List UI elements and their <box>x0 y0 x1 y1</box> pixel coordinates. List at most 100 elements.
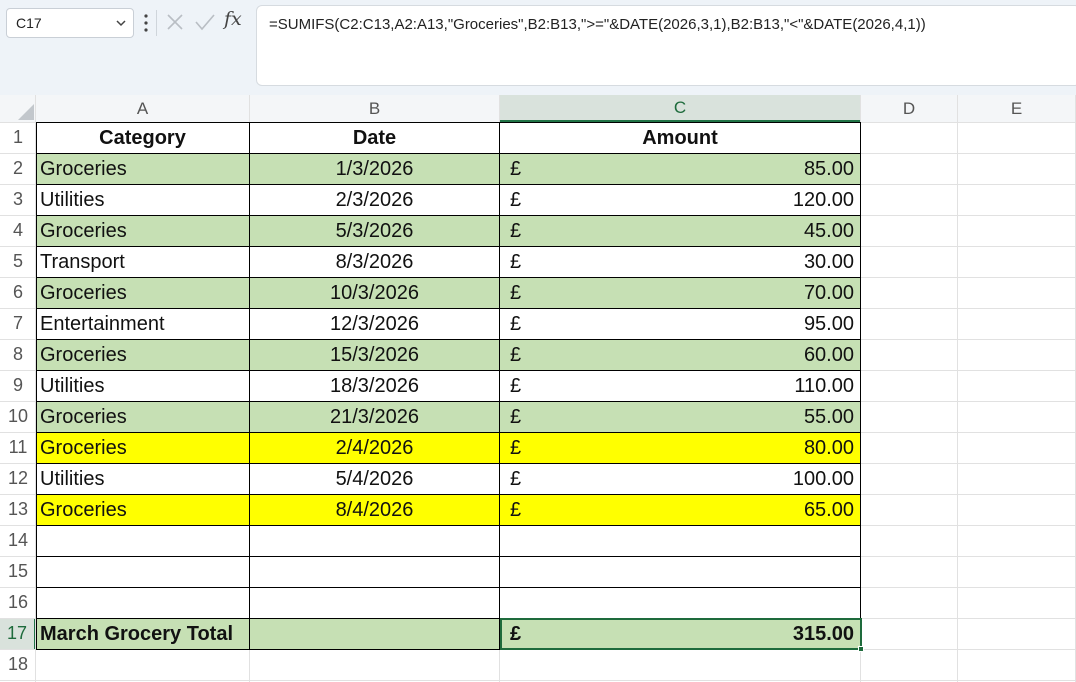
category-cell[interactable]: Transport <box>36 247 249 277</box>
formula-bar-divider <box>156 10 157 36</box>
category-cell[interactable]: Groceries <box>36 402 249 432</box>
category-cell[interactable]: Groceries <box>36 278 249 308</box>
column-header-b[interactable]: B <box>250 95 500 122</box>
currency-symbol: £ <box>510 188 522 211</box>
select-all-button[interactable] <box>0 95 36 122</box>
row-header-14[interactable]: 14 <box>0 525 36 556</box>
date-cell[interactable]: 5/4/2026 <box>250 464 499 494</box>
enter-checkmark-icon[interactable] <box>194 12 216 32</box>
date-cell[interactable]: 2/3/2026 <box>250 185 499 215</box>
total-empty-cell[interactable] <box>250 619 499 649</box>
amount-cell[interactable]: 100.00 £ <box>500 464 860 494</box>
amount-cell[interactable]: 85.00 £ <box>500 154 860 184</box>
row-header-3[interactable]: 3 <box>0 184 36 215</box>
category-cell[interactable]: Entertainment <box>36 309 249 339</box>
total-label-cell[interactable]: March Grocery Total <box>36 619 249 649</box>
category-cell[interactable]: Groceries <box>36 433 249 463</box>
category-cell[interactable]: Groceries <box>36 154 249 184</box>
row-header-8[interactable]: 8 <box>0 339 36 370</box>
worksheet-grid[interactable]: A B C D E 1 2 3 4 5 6 7 8 9 10 11 12 13 14 15 16 17 18 Category… <box>0 95 1076 682</box>
chevron-down-icon[interactable] <box>115 17 127 29</box>
amount-cell[interactable]: 110.00 £ <box>500 371 860 401</box>
formula-text: =SUMIFS(C2:C13,A2:A13,"Groceries",B2:B13… <box>269 16 926 33</box>
category-cell[interactable]: Utilities <box>36 185 249 215</box>
amount-cell[interactable]: 120.00 £ <box>500 185 860 215</box>
empty-cell[interactable] <box>250 588 499 618</box>
cell-border <box>36 308 861 309</box>
vertical-ellipsis-icon[interactable] <box>143 13 149 33</box>
formula-input[interactable]: =SUMIFS(C2:C13,A2:A13,"Groceries",B2:B13… <box>256 5 1076 86</box>
empty-cell[interactable] <box>250 526 499 556</box>
category-cell[interactable]: Groceries <box>36 216 249 246</box>
date-cell[interactable]: 10/3/2026 <box>250 278 499 308</box>
cell-border <box>36 494 861 495</box>
empty-cell[interactable] <box>36 526 249 556</box>
cell-border <box>36 153 861 154</box>
category-cell[interactable]: Groceries <box>36 495 249 525</box>
amount-cell[interactable]: 65.00 £ <box>500 495 860 525</box>
header-date[interactable]: Date <box>250 123 499 153</box>
row-header-18[interactable]: 18 <box>0 649 36 680</box>
row-header-11[interactable]: 11 <box>0 432 36 463</box>
cancel-x-icon[interactable] <box>165 12 185 32</box>
row-header-4[interactable]: 4 <box>0 215 36 246</box>
date-cell[interactable]: 21/3/2026 <box>250 402 499 432</box>
amount-cell[interactable]: 60.00 £ <box>500 340 860 370</box>
cell-border <box>36 370 861 371</box>
empty-cell[interactable] <box>36 588 249 618</box>
date-cell[interactable]: 1/3/2026 <box>250 154 499 184</box>
cell-border <box>499 122 500 649</box>
date-cell[interactable]: 8/4/2026 <box>250 495 499 525</box>
fill-handle[interactable] <box>858 646 864 652</box>
amount-cell[interactable]: 95.00 £ <box>500 309 860 339</box>
row-header-9[interactable]: 9 <box>0 370 36 401</box>
date-cell[interactable]: 18/3/2026 <box>250 371 499 401</box>
date-cell[interactable]: 5/3/2026 <box>250 216 499 246</box>
row-header-2[interactable]: 2 <box>0 153 36 184</box>
row-header-16[interactable]: 16 <box>0 587 36 618</box>
row-header-10[interactable]: 10 <box>0 401 36 432</box>
date-cell[interactable]: 8/3/2026 <box>250 247 499 277</box>
date-cell[interactable]: 15/3/2026 <box>250 340 499 370</box>
header-category[interactable]: Category <box>36 123 249 153</box>
active-cell-selection <box>500 618 862 650</box>
row-header-17[interactable]: 17 <box>0 618 36 649</box>
currency-symbol: £ <box>510 219 522 242</box>
empty-cell[interactable] <box>250 557 499 587</box>
row-header-15[interactable]: 15 <box>0 556 36 587</box>
insert-function-fx-icon[interactable]: fx <box>224 8 242 30</box>
formula-bar-area: C17 fx =SUMIFS(C2:C13,A2:A13,"Groceries"… <box>0 0 1076 95</box>
amount-cell[interactable]: 70.00 £ <box>500 278 860 308</box>
amount-cell[interactable]: 30.00 £ <box>500 247 860 277</box>
date-cell[interactable]: 12/3/2026 <box>250 309 499 339</box>
category-cell[interactable]: Utilities <box>36 464 249 494</box>
category-cell[interactable]: Groceries <box>36 340 249 370</box>
row-header-7[interactable]: 7 <box>0 308 36 339</box>
empty-cell[interactable] <box>500 526 860 556</box>
cell-border <box>36 556 861 557</box>
empty-cell[interactable] <box>36 557 249 587</box>
column-header-e[interactable]: E <box>958 95 1076 122</box>
empty-cell[interactable] <box>500 588 860 618</box>
empty-cell[interactable] <box>500 557 860 587</box>
category-cell[interactable]: Utilities <box>36 371 249 401</box>
column-header-c[interactable]: C <box>500 95 861 122</box>
date-cell[interactable]: 2/4/2026 <box>250 433 499 463</box>
currency-symbol: £ <box>510 312 522 335</box>
column-header-a[interactable]: A <box>36 95 250 122</box>
header-amount[interactable]: Amount <box>500 123 860 153</box>
amount-cell[interactable]: 55.00 £ <box>500 402 860 432</box>
row-header-1[interactable]: 1 <box>0 122 36 153</box>
row-header-12[interactable]: 12 <box>0 463 36 494</box>
amount-cell[interactable]: 80.00 £ <box>500 433 860 463</box>
amount-cell[interactable]: 45.00 £ <box>500 216 860 246</box>
row-header-5[interactable]: 5 <box>0 246 36 277</box>
cell-border <box>36 401 861 402</box>
column-header-d[interactable]: D <box>861 95 958 122</box>
currency-symbol: £ <box>510 498 522 521</box>
row-header-6[interactable]: 6 <box>0 277 36 308</box>
currency-symbol: £ <box>510 374 522 397</box>
row-header-13[interactable]: 13 <box>0 494 36 525</box>
cell-border <box>36 122 37 649</box>
name-box[interactable]: C17 <box>6 8 134 38</box>
